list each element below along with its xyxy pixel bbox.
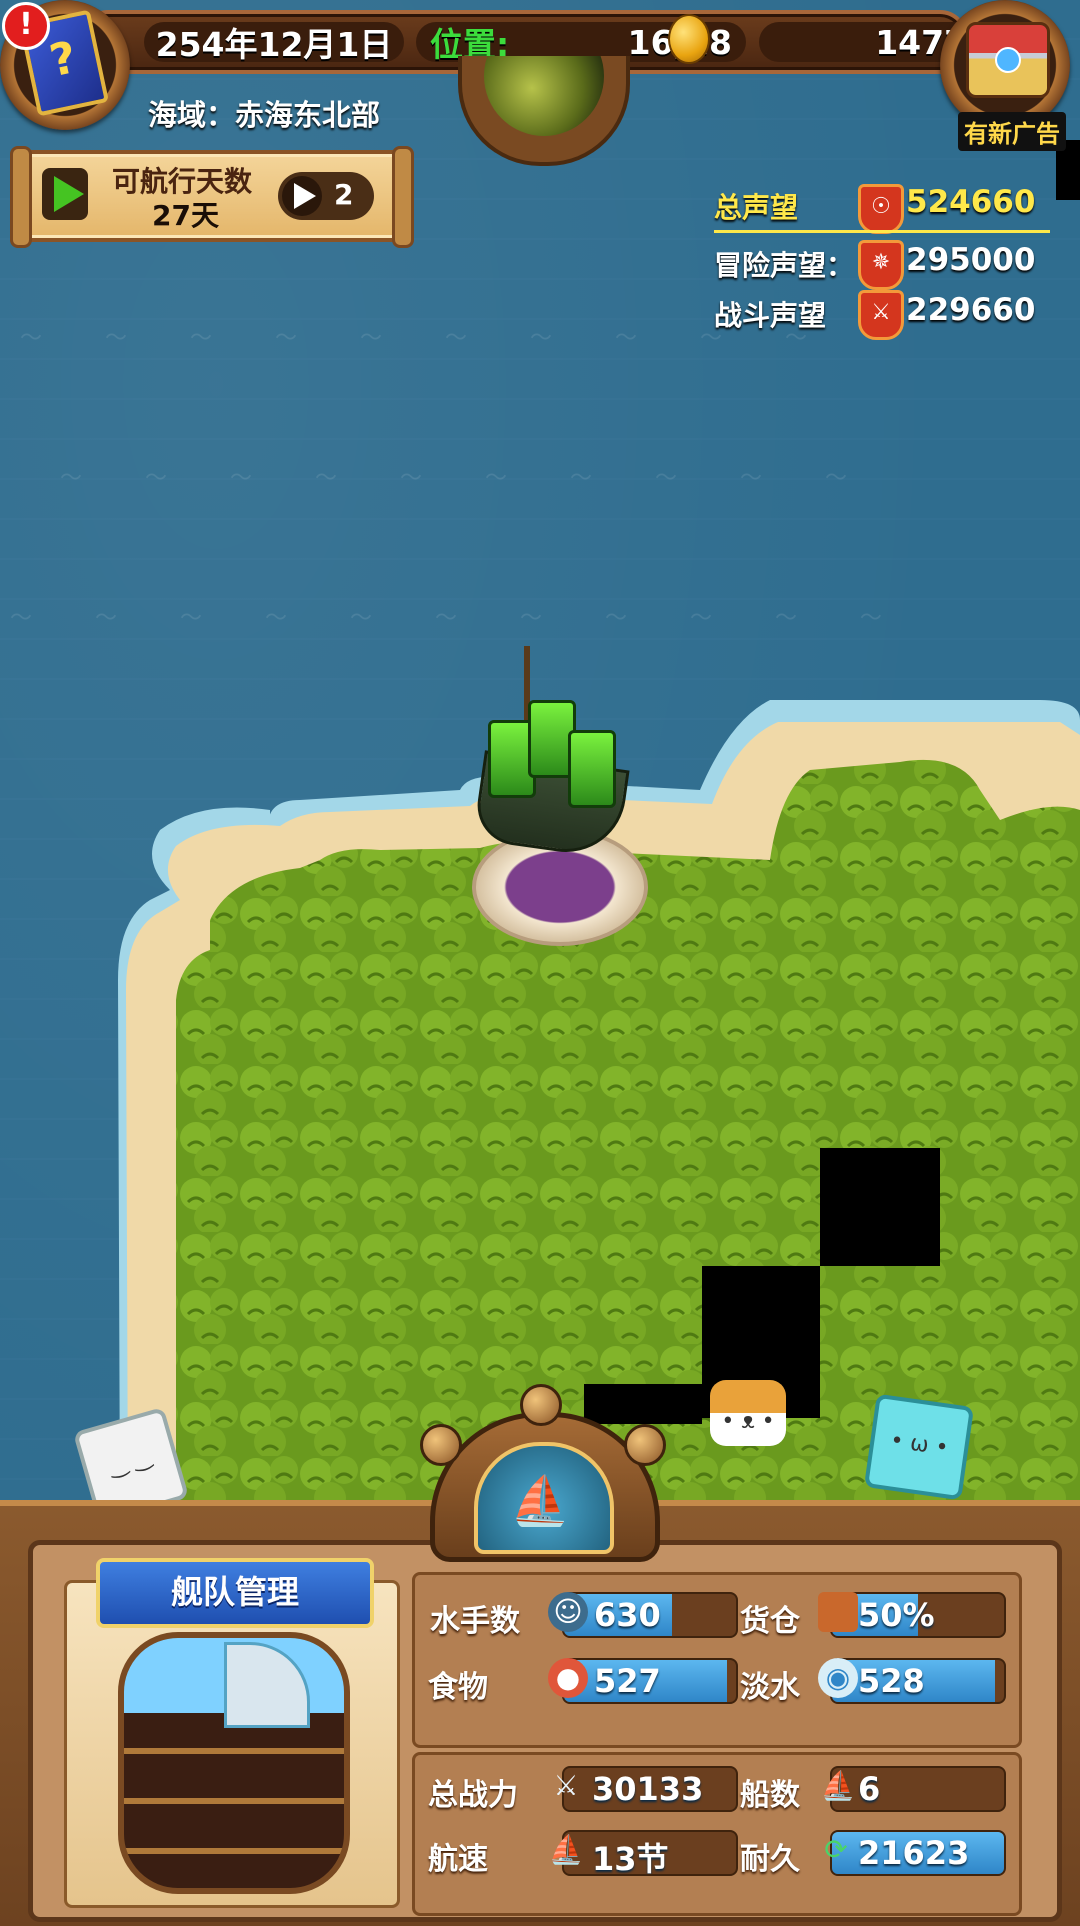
crossed-swords-icon: ⚔ — [553, 1769, 579, 1802]
voyage-days-panel: 可航行天数 27天 2 — [10, 146, 414, 248]
coin-icon — [668, 14, 710, 64]
food-value: 527 — [594, 1662, 661, 1700]
ad-chest-button[interactable] — [940, 0, 1070, 130]
fleet-title[interactable]: 舰队管理 — [96, 1558, 374, 1628]
water-label: 淡水 — [740, 1670, 800, 1705]
deck-line — [124, 1848, 344, 1854]
shiba-dog-pet[interactable]: • ᴥ • — [710, 1380, 786, 1446]
battle-reputation-label: 战斗声望 — [714, 299, 827, 332]
power-bar: 30133 — [562, 1766, 738, 1812]
battle-reputation-icon: ⚔ — [858, 290, 904, 340]
boat-icon: ⛵ — [510, 1473, 570, 1529]
alert-icon: ! — [2, 2, 50, 50]
pet-face: • ω • — [888, 1428, 950, 1461]
ship-icon: ⛵ — [820, 1769, 856, 1802]
sailors-label: 水手数 — [430, 1604, 520, 1639]
speed-value: 13节 — [592, 1840, 669, 1876]
ship-sail — [568, 730, 616, 808]
durability-value: 21623 — [858, 1834, 970, 1872]
fast-forward-icon — [282, 176, 322, 216]
power-value: 30133 — [592, 1770, 704, 1808]
battle-reputation-value: 229660 — [906, 292, 1036, 328]
speed-value: 2 — [334, 178, 354, 211]
new-ad-label[interactable]: 有新广告 — [958, 112, 1066, 151]
treasure-chest-icon — [966, 22, 1050, 98]
meat-icon: ● — [548, 1658, 588, 1698]
ships-value: 6 — [858, 1770, 881, 1808]
repair-ship-icon: ⟳ — [824, 1833, 848, 1866]
wheel-knob — [420, 1424, 462, 1466]
sea-area-label: 海域：赤海东北部 — [148, 98, 381, 132]
fog-tile — [820, 1148, 940, 1266]
reputation-divider — [714, 230, 1050, 233]
wave-decoration: ～ ～ ～ ～ ～ ～ ～ ～ ～ ～ — [60, 466, 875, 491]
wheel-knob — [624, 1424, 666, 1466]
pet-face: ‿ ‿ — [106, 1444, 155, 1481]
total-reputation-label: 总声望 — [714, 191, 799, 224]
pet-face: • ᴥ • — [721, 1409, 775, 1434]
speed-label: 航速 — [428, 1842, 488, 1877]
durability-bar: 21623 — [830, 1830, 1006, 1876]
total-reputation-value: 524660 — [906, 184, 1036, 220]
water-value: 528 — [858, 1662, 925, 1700]
wave-decoration: ～ ～ ～ ～ ～ ～ ～ ～ ～ ～ ～ — [10, 606, 910, 631]
power-label: 总战力 — [428, 1778, 518, 1813]
adventure-reputation-label: 冒险声望： — [714, 249, 855, 282]
cargo-crate-icon — [818, 1592, 858, 1632]
fog-tile — [584, 1384, 702, 1424]
food-bar: 527 — [562, 1658, 738, 1704]
speed-bar: 13节 — [562, 1830, 738, 1876]
fleet-management-button[interactable] — [118, 1632, 350, 1894]
speed-toggle-button[interactable]: 2 — [278, 172, 374, 220]
sail-icon — [224, 1642, 310, 1728]
total-reputation-icon: ☉ — [858, 184, 904, 234]
ships-label: 船数 — [740, 1778, 800, 1813]
days-value: 27天 — [152, 199, 219, 232]
sailor-icon: ☺ — [548, 1592, 588, 1632]
adventure-reputation-value: 295000 — [906, 242, 1036, 278]
water-jug-icon: ◉ — [818, 1658, 858, 1698]
blue-cat-pet[interactable]: • ω • — [863, 1393, 975, 1501]
deck-line — [124, 1748, 344, 1754]
cargo-value: 50% — [858, 1596, 935, 1634]
deck-line — [124, 1798, 344, 1804]
cargo-label: 货仓 — [740, 1604, 800, 1639]
sailors-bar: 630 — [562, 1592, 738, 1638]
play-icon[interactable] — [42, 168, 88, 220]
adventure-reputation-icon: ✵ — [858, 240, 904, 290]
date-display: 254年12月1日 — [144, 22, 404, 64]
wheel-knob — [520, 1384, 562, 1426]
sailors-value: 630 — [594, 1596, 661, 1634]
food-label: 食物 — [428, 1670, 488, 1705]
sailboat-icon: ⛵ — [548, 1833, 584, 1866]
durability-label: 耐久 — [740, 1842, 800, 1877]
